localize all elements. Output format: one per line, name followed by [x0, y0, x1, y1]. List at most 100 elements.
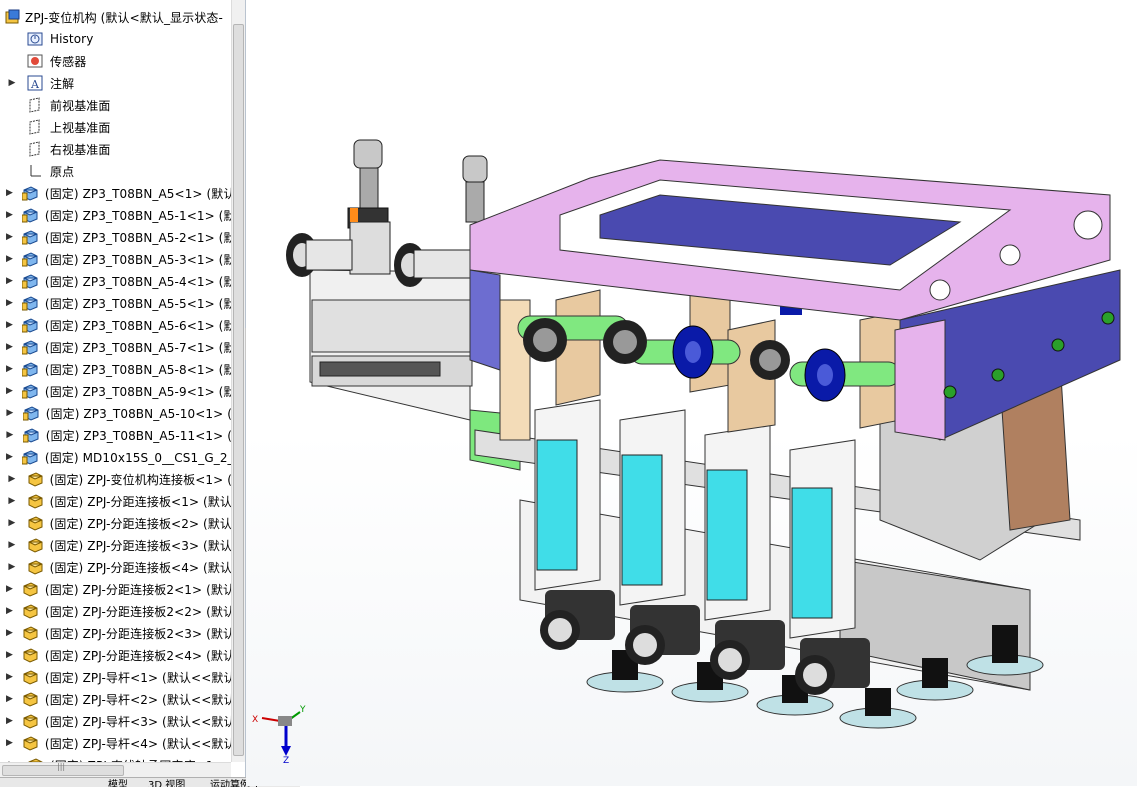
- scroll-grip: |||: [57, 762, 66, 771]
- expand-arrow-icon[interactable]: ▶: [6, 210, 13, 220]
- expand-arrow-icon[interactable]: ▶: [6, 606, 13, 616]
- tree-item[interactable]: 原点: [0, 160, 232, 182]
- subpart-icon: [26, 536, 44, 554]
- tree-item[interactable]: ▶ (固定) ZP3_T08BN_A5-10<1> (: [0, 402, 232, 424]
- expand-arrow-icon[interactable]: ▶: [6, 364, 13, 374]
- tree-item[interactable]: ▶ (固定) ZPJ-导杆<2> (默认<<默认: [0, 688, 232, 710]
- tree-item[interactable]: ▶ (固定) ZPJ-导杆<1> (默认<<默认: [0, 666, 232, 688]
- subpart-icon: [21, 668, 39, 686]
- tree-item-label: (固定) ZPJ-分距连接板2<1> (默认: [44, 582, 232, 597]
- expand-arrow-icon[interactable]: ▶: [6, 254, 13, 264]
- subpart-icon: [21, 690, 39, 708]
- tree-item-label: 原点: [50, 164, 75, 179]
- tree-item[interactable]: ▶ (固定) ZP3_T08BN_A5-4<1> (默: [0, 270, 232, 292]
- vertical-scrollbar-thumb[interactable]: [233, 24, 244, 756]
- part-icon: [21, 360, 39, 378]
- tree-item[interactable]: ▶ A 注解: [0, 72, 232, 94]
- part-icon: [21, 338, 39, 356]
- tree-item-label: (固定) ZP3_T08BN_A5-5<1> (默: [44, 296, 232, 311]
- expand-arrow-icon[interactable]: ▶: [6, 188, 13, 198]
- tree-item[interactable]: 传感器: [0, 50, 232, 72]
- expand-arrow-icon[interactable]: ▶: [6, 518, 18, 528]
- expand-arrow-icon[interactable]: ▶: [6, 474, 18, 484]
- part-icon: [21, 250, 39, 268]
- part-icon: [22, 404, 40, 422]
- expand-arrow-icon[interactable]: ▶: [6, 386, 13, 396]
- expand-arrow-icon[interactable]: ▶: [6, 716, 13, 726]
- tree-item-label: (固定) ZP3_T08BN_A5-10<1> (: [45, 406, 232, 421]
- expand-arrow-icon[interactable]: ▶: [6, 694, 13, 704]
- tree-item-label: (固定) ZP3_T08BN_A5-6<1> (默: [44, 318, 232, 333]
- tree-item-label: 上视基准面: [50, 120, 111, 135]
- expand-arrow-icon[interactable]: ▶: [6, 540, 18, 550]
- tree-item[interactable]: ▶ (固定) ZP3_T08BN_A5-9<1> (默: [0, 380, 232, 402]
- expand-arrow-icon[interactable]: ▶: [6, 452, 13, 462]
- tree-item[interactable]: History: [0, 28, 232, 50]
- expand-arrow-icon[interactable]: ▶: [6, 650, 13, 660]
- subpart-icon: [21, 602, 39, 620]
- tree-item[interactable]: ▶ (固定) ZP3_T08BN_A5-11<1> (: [0, 424, 232, 446]
- tree-item[interactable]: ▶ (固定) ZP3_T08BN_A5-6<1> (默: [0, 314, 232, 336]
- tree-item[interactable]: ▶ (固定) ZPJ-导杆<3> (默认<<默认: [0, 710, 232, 732]
- expand-arrow-icon[interactable]: ▶: [6, 78, 18, 88]
- expand-arrow-icon[interactable]: ▶: [6, 408, 14, 418]
- expand-arrow-icon[interactable]: ▶: [6, 430, 14, 440]
- tree-item[interactable]: ▶ (固定) ZP3_T08BN_A5<1> (默认: [0, 182, 232, 204]
- plane-icon: [26, 118, 44, 136]
- tree-item[interactable]: ▶ (固定) ZPJ-分距连接板2<2> (默认: [0, 600, 232, 622]
- expand-arrow-icon[interactable]: ▶: [6, 276, 13, 286]
- tree-item-label: (固定) ZPJ-导杆<4> (默认<<默认: [44, 736, 232, 751]
- subpart-icon: [26, 558, 44, 576]
- graphics-viewport[interactable]: X Y Z: [246, 0, 1137, 786]
- tree-item-label: (固定) ZPJ-分距连接板<4> (默认: [49, 560, 232, 575]
- sensor-icon: [26, 52, 44, 70]
- expand-arrow-icon[interactable]: ▶: [6, 738, 13, 748]
- tree-item-label: 前视基准面: [50, 98, 111, 113]
- svg-text:A: A: [30, 78, 40, 91]
- tree-item[interactable]: ▶ (固定) ZPJ-分距连接板2<4> (默认: [0, 644, 232, 666]
- assembly-model: X Y Z: [246, 0, 1137, 786]
- part-icon: [21, 228, 39, 246]
- tree-item-label: 右视基准面: [50, 142, 111, 157]
- tree-item[interactable]: ▶ (固定) ZP3_T08BN_A5-5<1> (默: [0, 292, 232, 314]
- tree-item[interactable]: ▶ (固定) ZPJ-分距连接板<2> (默认: [0, 512, 232, 534]
- tree-item[interactable]: ▶ (固定) ZP3_T08BN_A5-7<1> (默: [0, 336, 232, 358]
- tree-item-label: (固定) ZPJ-导杆<2> (默认<<默认: [44, 692, 232, 707]
- part-icon: [21, 184, 39, 202]
- part-icon: [21, 206, 39, 224]
- tree-item[interactable]: ▶ (固定) ZPJ-分距连接板<3> (默认: [0, 534, 232, 556]
- tree-item[interactable]: ▶ (固定) ZPJ-变位机构连接板<1> (: [0, 468, 232, 490]
- tree-root-assembly[interactable]: ZPJ-变位机构 (默认<默认_显示状态-: [0, 6, 232, 28]
- horizontal-scrollbar-thumb[interactable]: |||: [2, 762, 124, 776]
- tree-item[interactable]: ▶ (固定) MD10x15S_0__CS1_G_2_: [0, 446, 232, 468]
- tree-item-label: 注解: [50, 76, 75, 91]
- expand-arrow-icon[interactable]: ▶: [6, 298, 13, 308]
- expand-arrow-icon[interactable]: ▶: [6, 584, 13, 594]
- tree-item[interactable]: ▶ (固定) ZPJ-分距连接板2<3> (默认: [0, 622, 232, 644]
- expand-arrow-icon[interactable]: ▶: [6, 320, 13, 330]
- tree-item[interactable]: 前视基准面: [0, 94, 232, 116]
- expand-arrow-icon[interactable]: ▶: [6, 562, 18, 572]
- expand-arrow-icon[interactable]: ▶: [6, 672, 13, 682]
- tree-item[interactable]: ▶ (固定) ZPJ-分距连接板<1> (默认: [0, 490, 232, 512]
- tree-item[interactable]: ▶ (固定) ZPJ-导杆<4> (默认<<默认: [0, 732, 232, 754]
- expand-arrow-icon[interactable]: ▶: [6, 496, 18, 506]
- expand-arrow-icon[interactable]: ▶: [6, 342, 13, 352]
- tree-item[interactable]: ▶ (固定) ZP3_T08BN_A5-8<1> (默: [0, 358, 232, 380]
- tree-item-label: (固定) MD10x15S_0__CS1_G_2_: [44, 450, 232, 465]
- tree-item-label: (固定) ZPJ-分距连接板2<2> (默认: [44, 604, 232, 619]
- tree-item[interactable]: ▶ (固定) ZP3_T08BN_A5-1<1> (默: [0, 204, 232, 226]
- expand-arrow-icon[interactable]: ▶: [6, 628, 13, 638]
- tree-item-label: (固定) ZP3_T08BN_A5-4<1> (默: [44, 274, 232, 289]
- tree-item[interactable]: 右视基准面: [0, 138, 232, 160]
- tree-item[interactable]: ▶ (固定) ZP3_T08BN_A5-2<1> (默: [0, 226, 232, 248]
- tree-item[interactable]: ▶ (固定) ZPJ-分距连接板<4> (默认: [0, 556, 232, 578]
- subpart-icon: [21, 580, 39, 598]
- tree-item[interactable]: 上视基准面: [0, 116, 232, 138]
- tree-item[interactable]: ▶ (固定) ZP3_T08BN_A5-3<1> (默: [0, 248, 232, 270]
- history-icon: [26, 30, 44, 48]
- expand-arrow-icon[interactable]: ▶: [6, 232, 13, 242]
- tree-item-label: (固定) ZPJ-分距连接板2<3> (默认: [44, 626, 232, 641]
- subpart-icon: [26, 492, 44, 510]
- tree-item[interactable]: ▶ (固定) ZPJ-分距连接板2<1> (默认: [0, 578, 232, 600]
